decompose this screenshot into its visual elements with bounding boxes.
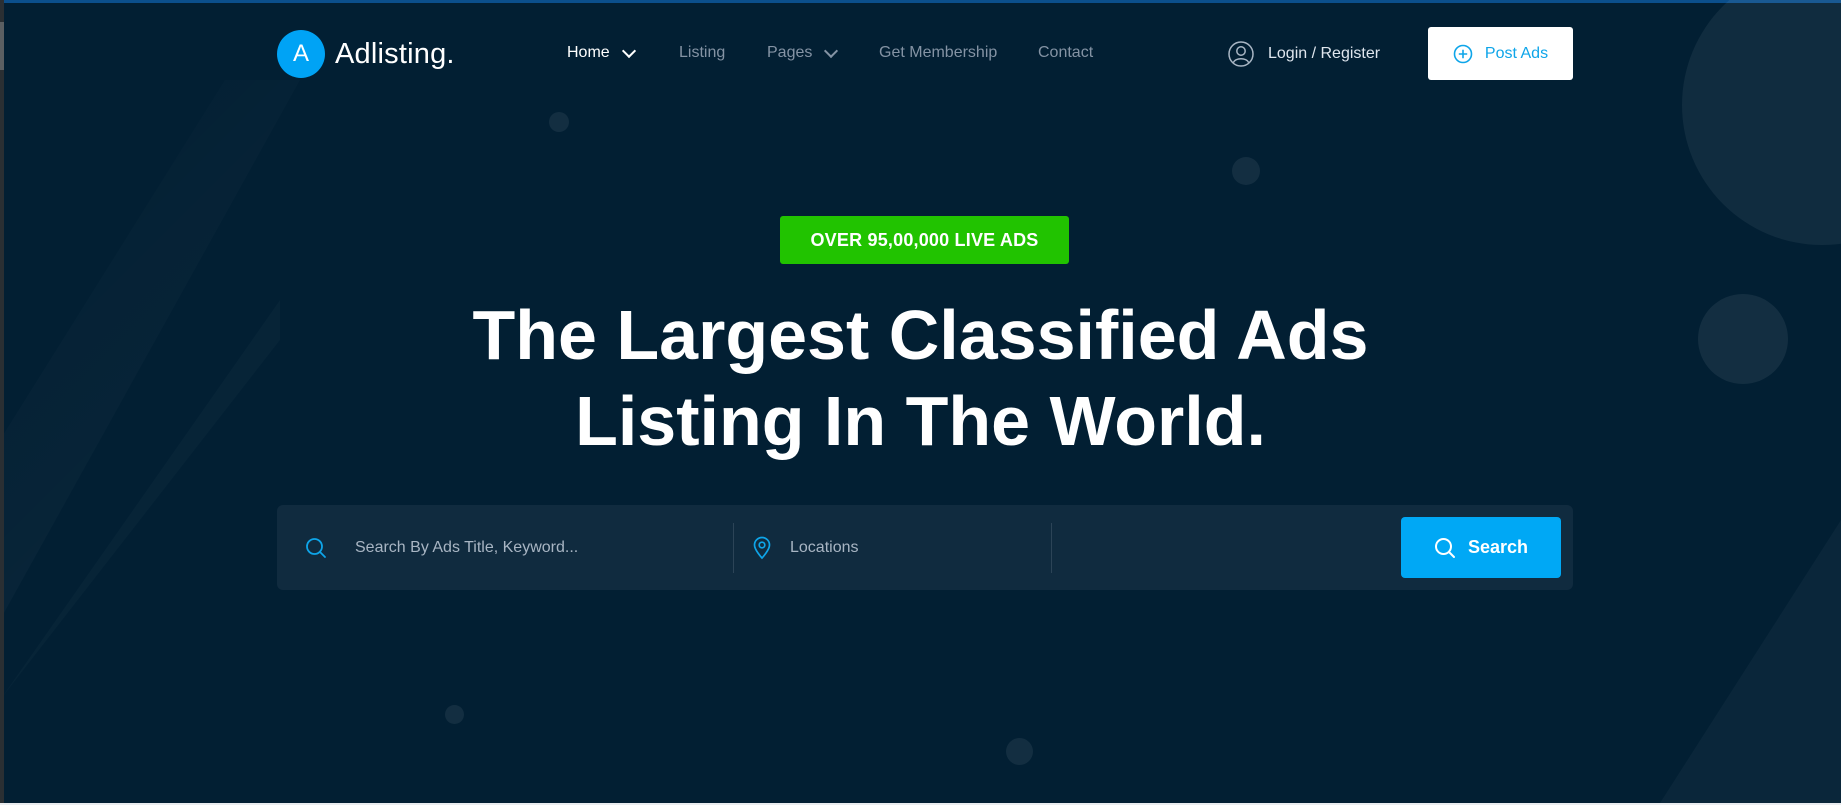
nav-label: Pages (767, 44, 813, 61)
decorative-circle (1006, 738, 1033, 765)
search-button[interactable]: Search (1401, 517, 1561, 578)
logo-mark: A (277, 30, 325, 78)
nav-label: Home (567, 44, 610, 61)
location-field (752, 505, 1052, 590)
site-logo[interactable]: A Adlisting. (277, 30, 455, 78)
location-input[interactable] (788, 537, 1032, 558)
nav-label: Get Membership (879, 44, 998, 61)
decorative-circle (1232, 157, 1260, 185)
user-icon (1228, 41, 1254, 67)
decorative-circle (1682, 0, 1841, 245)
live-ads-badge: OVER 95,00,000 LIVE ADS (780, 216, 1069, 264)
post-ads-button[interactable]: Post Ads (1428, 27, 1573, 80)
post-ads-label: Post Ads (1484, 44, 1549, 62)
nav-item-membership[interactable]: Get Membership (879, 44, 997, 62)
hero-headline: The Largest Classified Ads Listing In Th… (0, 292, 1841, 464)
logo-text: Adlisting. (335, 37, 455, 70)
search-button-label: Search (1467, 537, 1529, 557)
search-icon (306, 537, 326, 558)
decorative-circle (549, 112, 569, 132)
nav-item-pages[interactable]: Pages (767, 43, 839, 62)
chevron-down-icon (621, 43, 636, 58)
nav-item-home[interactable]: Home (567, 43, 636, 62)
login-register-link[interactable]: Login / Register (1228, 41, 1380, 67)
field-divider (1051, 523, 1052, 573)
headline-line-2: Listing In The World. (575, 382, 1266, 460)
hero-section: A Adlisting. Home Listing Pages Get Memb… (0, 0, 1841, 803)
nav-item-contact[interactable]: Contact (1038, 44, 1093, 62)
search-bar: Search (277, 505, 1573, 590)
search-icon (1434, 537, 1455, 558)
keyword-field (305, 505, 725, 590)
location-pin-icon (753, 536, 771, 559)
headline-line-1: The Largest Classified Ads (472, 296, 1369, 374)
login-label: Login / Register (1268, 45, 1381, 62)
field-divider (733, 523, 734, 573)
top-accent-line (0, 0, 1841, 3)
window-edge (0, 0, 4, 805)
decorative-shape (1660, 520, 1841, 803)
keyword-search-input[interactable] (353, 537, 717, 558)
nav-item-listing[interactable]: Listing (679, 44, 725, 62)
nav-label: Contact (1038, 44, 1094, 61)
chevron-down-icon (824, 43, 839, 58)
plus-circle-icon (1453, 44, 1473, 63)
nav-label: Listing (679, 44, 726, 61)
decorative-circle (445, 705, 464, 724)
